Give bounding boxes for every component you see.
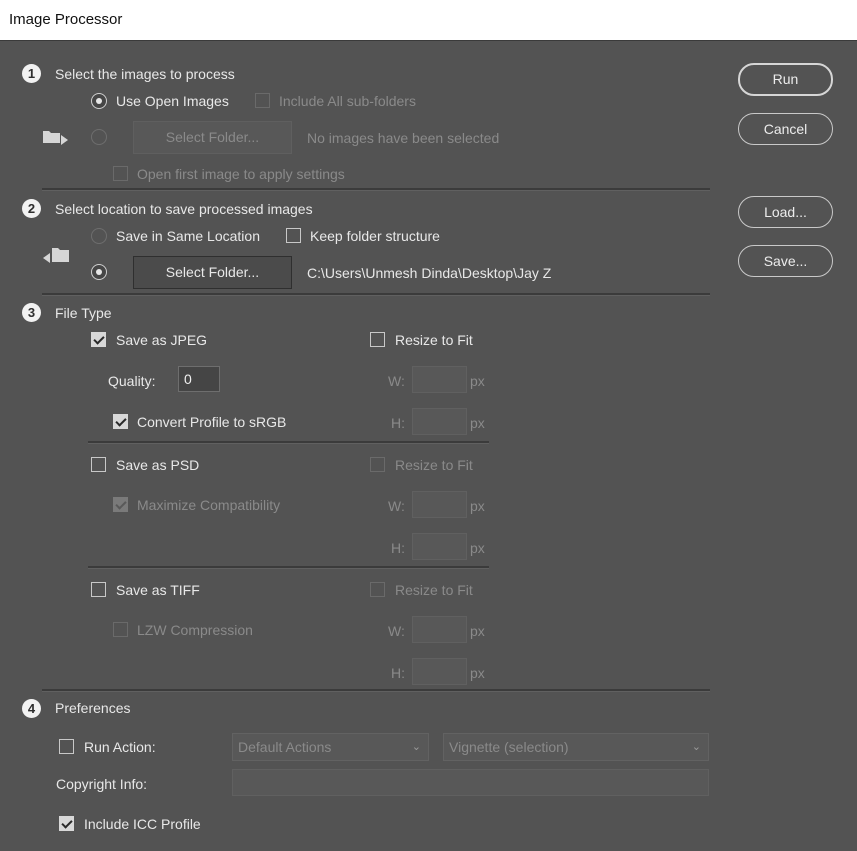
quality-input[interactable]: 0 (178, 366, 220, 392)
save-settings-button[interactable]: Save... (738, 245, 833, 277)
no-images-status: No images have been selected (307, 130, 500, 146)
quality-label: Quality: (108, 373, 156, 389)
include-subfolders-label: Include All sub-folders (279, 93, 416, 109)
save-as-psd-checkbox[interactable] (91, 457, 106, 472)
jpeg-width-input[interactable] (412, 366, 467, 393)
copyright-input[interactable] (232, 769, 709, 796)
select-source-folder-radio[interactable] (91, 129, 107, 145)
title-bar: Image Processor (0, 0, 857, 41)
jpeg-resize-checkbox[interactable] (370, 332, 385, 347)
keep-folder-structure-checkbox[interactable] (286, 228, 301, 243)
use-open-images-radio[interactable] (91, 93, 107, 109)
step-3-badge: 3 (22, 303, 41, 322)
cancel-button[interactable]: Cancel (738, 113, 833, 145)
lzw-compression-label: LZW Compression (137, 622, 253, 638)
tiff-height-label: H: (391, 665, 405, 681)
folder-arrow-icon (42, 127, 72, 147)
action-select[interactable]: Vignette (selection) ⌄ (443, 733, 709, 761)
psd-resize-label: Resize to Fit (395, 457, 473, 473)
open-first-image-label: Open first image to apply settings (137, 166, 345, 182)
save-as-jpeg-label: Save as JPEG (116, 332, 208, 348)
section-2-title: Select location to save processed images (55, 201, 313, 217)
section-divider (42, 689, 710, 692)
window-title: Image Processor (9, 11, 123, 28)
tiff-height-input[interactable] (412, 658, 467, 685)
action-set-value: Default Actions (238, 739, 332, 755)
jpeg-height-label: H: (391, 415, 405, 431)
same-location-radio[interactable] (91, 228, 107, 244)
select-destination-folder-button[interactable]: Select Folder... (133, 256, 292, 289)
tiff-width-label: W: (388, 623, 405, 639)
destination-path: C:\Users\Unmesh Dinda\Desktop\Jay Z (307, 265, 552, 281)
load-button[interactable]: Load... (738, 196, 833, 228)
psd-height-input[interactable] (412, 533, 467, 560)
chevron-down-icon: ⌄ (411, 741, 421, 753)
section-3-title: File Type (55, 305, 112, 321)
convert-srgb-label: Convert Profile to sRGB (137, 414, 287, 430)
jpeg-resize-label: Resize to Fit (395, 332, 473, 348)
tiff-resize-label: Resize to Fit (395, 582, 473, 598)
lzw-compression-checkbox[interactable] (113, 622, 128, 637)
tiff-width-unit: px (470, 623, 485, 639)
action-set-select[interactable]: Default Actions ⌄ (232, 733, 429, 761)
run-action-label: Run Action: (84, 739, 156, 755)
action-value: Vignette (selection) (449, 739, 569, 755)
tiff-width-input[interactable] (412, 616, 467, 643)
include-icc-label: Include ICC Profile (84, 816, 201, 832)
filetype-divider (88, 566, 489, 569)
section-divider (42, 188, 710, 191)
include-icc-checkbox[interactable] (59, 816, 74, 831)
jpeg-width-label: W: (388, 373, 405, 389)
section-divider (42, 293, 710, 296)
chevron-down-icon: ⌄ (691, 741, 701, 753)
save-as-tiff-checkbox[interactable] (91, 582, 106, 597)
run-action-checkbox[interactable] (59, 739, 74, 754)
save-as-tiff-label: Save as TIFF (116, 582, 200, 598)
filetype-divider (88, 441, 489, 444)
psd-resize-checkbox[interactable] (370, 457, 385, 472)
maximize-compatibility-label: Maximize Compatibility (137, 497, 281, 513)
use-open-images-label: Use Open Images (116, 93, 229, 109)
psd-width-input[interactable] (412, 491, 467, 518)
psd-height-label: H: (391, 540, 405, 556)
include-subfolders-checkbox[interactable] (255, 93, 270, 108)
convert-srgb-checkbox[interactable] (113, 414, 128, 429)
open-first-image-checkbox[interactable] (113, 166, 128, 181)
folder-save-icon (41, 246, 71, 268)
step-1-badge: 1 (22, 64, 41, 83)
run-button[interactable]: Run (738, 63, 833, 96)
destination-folder-radio[interactable] (91, 264, 107, 280)
section-1-title: Select the images to process (55, 66, 235, 82)
same-location-label: Save in Same Location (116, 228, 260, 244)
psd-width-unit: px (470, 498, 485, 514)
psd-height-unit: px (470, 540, 485, 556)
section-4-title: Preferences (55, 700, 131, 716)
jpeg-height-input[interactable] (412, 408, 467, 435)
jpeg-width-unit: px (470, 373, 485, 389)
save-as-jpeg-checkbox[interactable] (91, 332, 106, 347)
tiff-height-unit: px (470, 665, 485, 681)
psd-width-label: W: (388, 498, 405, 514)
keep-folder-structure-label: Keep folder structure (310, 228, 440, 244)
copyright-label: Copyright Info: (56, 776, 148, 792)
step-4-badge: 4 (22, 699, 41, 718)
select-source-folder-button[interactable]: Select Folder... (133, 121, 292, 154)
tiff-resize-checkbox[interactable] (370, 582, 385, 597)
jpeg-height-unit: px (470, 415, 485, 431)
maximize-compatibility-checkbox[interactable] (113, 497, 128, 512)
step-2-badge: 2 (22, 199, 41, 218)
save-as-psd-label: Save as PSD (116, 457, 200, 473)
